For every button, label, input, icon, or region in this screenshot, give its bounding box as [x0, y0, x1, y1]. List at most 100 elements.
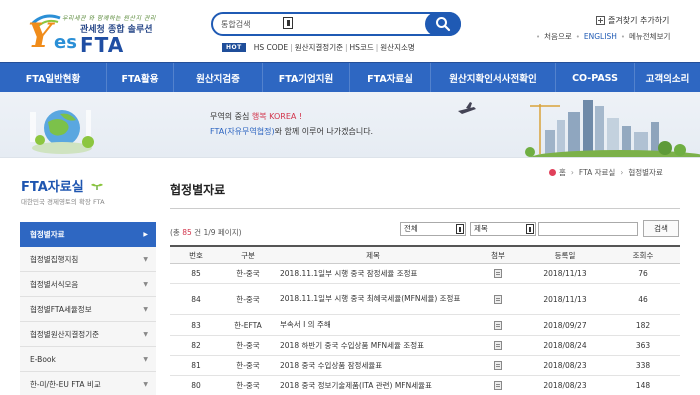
plus-icon — [596, 16, 605, 25]
table-row[interactable]: 84 한-중국 2018.11.1일부 시행 중국 최혜국세율(MFN세율) 조… — [170, 284, 680, 315]
chevron-right-icon: › — [620, 168, 624, 177]
logo-fta: FTA — [80, 33, 125, 57]
table-row[interactable]: 81 한-중국 2018 중국 수입상품 잠정세율표 2018/08/23 33… — [170, 356, 680, 376]
search-button[interactable] — [425, 12, 461, 36]
nav-item-origin-precheck[interactable]: 원산지확인서사전확인 — [431, 63, 555, 93]
scope-select[interactable]: 전체 — [400, 222, 466, 236]
attachment-icon[interactable] — [494, 269, 502, 278]
english-link[interactable]: ENGLISH — [584, 32, 617, 41]
nav-item-fta-overview[interactable]: FTA일반현황 — [0, 63, 106, 93]
banner-slogan-2-highlight: FTA(자유무역협정) — [210, 127, 275, 136]
chevron-down-icon: ▼ — [143, 305, 148, 313]
sidebar-item-us-eu-comparison[interactable]: 한-미/한-EU FTA 비교 ▼ — [20, 372, 156, 395]
nav-item-business-support[interactable]: FTA기업지원 — [263, 63, 349, 93]
attachment-icon[interactable] — [494, 361, 502, 370]
breadcrumb-current[interactable]: 협정별자료 — [628, 167, 663, 178]
attachment-icon[interactable] — [494, 294, 502, 304]
site-logo[interactable]: 우리세관 와 함께하는 원산지 관리 관세청 종합 솔루션 Y es FTA — [24, 10, 155, 60]
cell-title-link[interactable]: 2018 중국 수입상품 잠정세율표 — [274, 356, 472, 375]
hot-separator: | — [345, 42, 348, 52]
list-search-button[interactable]: 검색 — [643, 220, 679, 237]
count-page: 1/9 — [203, 228, 216, 237]
cell-title-link[interactable]: 2018 중국 정보기술제품(ITA 관련) MFN세율표 — [274, 376, 472, 395]
keyword-input[interactable] — [538, 222, 638, 236]
attachment-icon[interactable] — [494, 320, 502, 330]
sidebar-item-label: 협정별자료 — [30, 229, 65, 239]
nav-item-customer-voice[interactable]: 고객의소리 — [635, 63, 700, 93]
cell-no: 81 — [191, 361, 201, 370]
chevron-right-icon: ▶ — [143, 230, 148, 238]
cell-title-link[interactable]: 부속서 Ⅰ 의 주해 — [274, 315, 472, 335]
cell-title-link[interactable]: 2018.11.1일부 시행 중국 잠정세율 조정표 — [274, 264, 472, 283]
field-select-value: 제목 — [474, 224, 488, 233]
sidebar-item-agreement-data[interactable]: 협정별자료 ▶ — [20, 222, 156, 247]
cell-views: 76 — [638, 269, 648, 278]
sidebar-item-enforcement-guide[interactable]: 협정별집행지침 ▼ — [20, 247, 156, 272]
cell-views: 338 — [635, 361, 651, 370]
hot-link-hs-code[interactable]: HS CODE — [254, 43, 288, 52]
hot-link-hs-code-kr[interactable]: HS코드 — [350, 42, 374, 53]
hot-link-origin-criteria[interactable]: 원산지결정기준 — [295, 42, 343, 53]
banner-slogan-1-prefix: 무역의 중심 — [210, 112, 252, 121]
cell-type: 한-중국 — [236, 361, 260, 370]
hot-link-origin-explanation[interactable]: 원산지소명 — [380, 42, 415, 53]
search-input[interactable] — [221, 16, 291, 32]
nav-item-origin-verification[interactable]: 원산지검증 — [174, 63, 262, 93]
hot-separator: | — [290, 42, 293, 52]
nav-item-co-pass[interactable]: CO-PASS — [556, 63, 634, 93]
hot-keywords: HOT HS CODE | 원산지결정기준 | HS코드 | 원산지소명 — [222, 41, 415, 53]
cell-views: 363 — [635, 341, 651, 350]
column-header-title: 제목 — [366, 250, 380, 260]
logo-letter-y: Y — [28, 16, 53, 56]
cell-attachment — [472, 356, 524, 375]
sidebar-item-label: 협정별집행지침 — [30, 254, 79, 264]
breadcrumb-level1[interactable]: FTA 자료실 — [579, 167, 615, 178]
count-mid: 건 — [191, 228, 204, 237]
page-title: 협정별자료 — [170, 183, 226, 197]
home-link[interactable]: 처음으로 — [544, 31, 572, 42]
column-header-views: 조회수 — [632, 250, 654, 260]
cell-attachment — [472, 264, 524, 283]
sidebar-subtitle: 대한민국 경제영토의 확장 FTA — [21, 198, 105, 206]
text-cursor-icon — [456, 224, 464, 234]
breadcrumb-home[interactable]: 홈 — [559, 167, 566, 178]
sidebar-item-origin-criteria[interactable]: 협정별원산지결정기준 ▼ — [20, 322, 156, 347]
sidebar-item-ebook[interactable]: E-Book ▼ — [20, 347, 156, 372]
add-favorites-button[interactable]: 즐겨찾기 추가하기 — [596, 15, 669, 26]
sitemap-link[interactable]: 메뉴전체보기 — [629, 31, 670, 42]
cell-views: 182 — [635, 320, 651, 330]
column-header-no: 번호 — [189, 250, 203, 260]
cell-views: 46 — [638, 294, 648, 304]
nav-item-fta-usage[interactable]: FTA활용 — [107, 63, 173, 93]
text-cursor-icon — [283, 17, 293, 29]
table-row[interactable]: 85 한-중국 2018.11.1일부 시행 중국 잠정세율 조정표 2018/… — [170, 264, 680, 284]
sidebar-item-label: 한-미/한-EU FTA 비교 — [30, 379, 101, 389]
table-row[interactable]: 80 한-중국 2018 중국 정보기술제품(ITA 관련) MFN세율표 20… — [170, 376, 680, 395]
cell-title-link[interactable]: 2018.11.1일부 시행 중국 최혜국세율(MFN세율) 조정표 — [274, 284, 472, 314]
nav-item-fta-library[interactable]: FTA자료실 — [350, 63, 430, 93]
column-header-type: 구분 — [241, 250, 255, 260]
cell-type: 한-EFTA — [234, 320, 262, 330]
home-icon — [549, 169, 556, 176]
data-table: 번호 구분 제목 첨부 등록일 조회수 85 한-중국 2018.11.1일부 … — [170, 245, 680, 395]
result-count: (총 85 건 1/9 페이지) — [170, 227, 242, 238]
logo-tagline: 우리세관 와 함께하는 원산지 관리 — [62, 15, 156, 22]
table-row[interactable]: 83 한-EFTA 부속서 Ⅰ 의 주해 2018/09/27 182 — [170, 315, 680, 336]
cell-type: 한-중국 — [236, 381, 260, 390]
search-icon — [436, 17, 451, 32]
sidebar-item-forms[interactable]: 협정별서식모음 ▼ — [20, 272, 156, 297]
sidebar-item-tariff-info[interactable]: 협정별FTA세율정보 ▼ — [20, 297, 156, 322]
cell-title-link[interactable]: 2018 하반기 중국 수입상품 MFN세율 조정표 — [274, 336, 472, 355]
table-row[interactable]: 82 한-중국 2018 하반기 중국 수입상품 MFN세율 조정표 2018/… — [170, 336, 680, 356]
chevron-down-icon: ▼ — [143, 330, 148, 338]
cell-date: 2018/08/24 — [543, 341, 587, 350]
field-select[interactable]: 제목 — [470, 222, 536, 236]
sprout-icon — [91, 183, 104, 190]
attachment-icon[interactable] — [494, 381, 502, 390]
sidebar-item-label: E-Book — [30, 354, 56, 364]
attachment-icon[interactable] — [494, 341, 502, 350]
logo-letters-es: es — [54, 32, 77, 53]
cell-attachment — [472, 376, 524, 395]
hot-badge: HOT — [222, 42, 246, 52]
text-cursor-icon — [526, 224, 534, 234]
